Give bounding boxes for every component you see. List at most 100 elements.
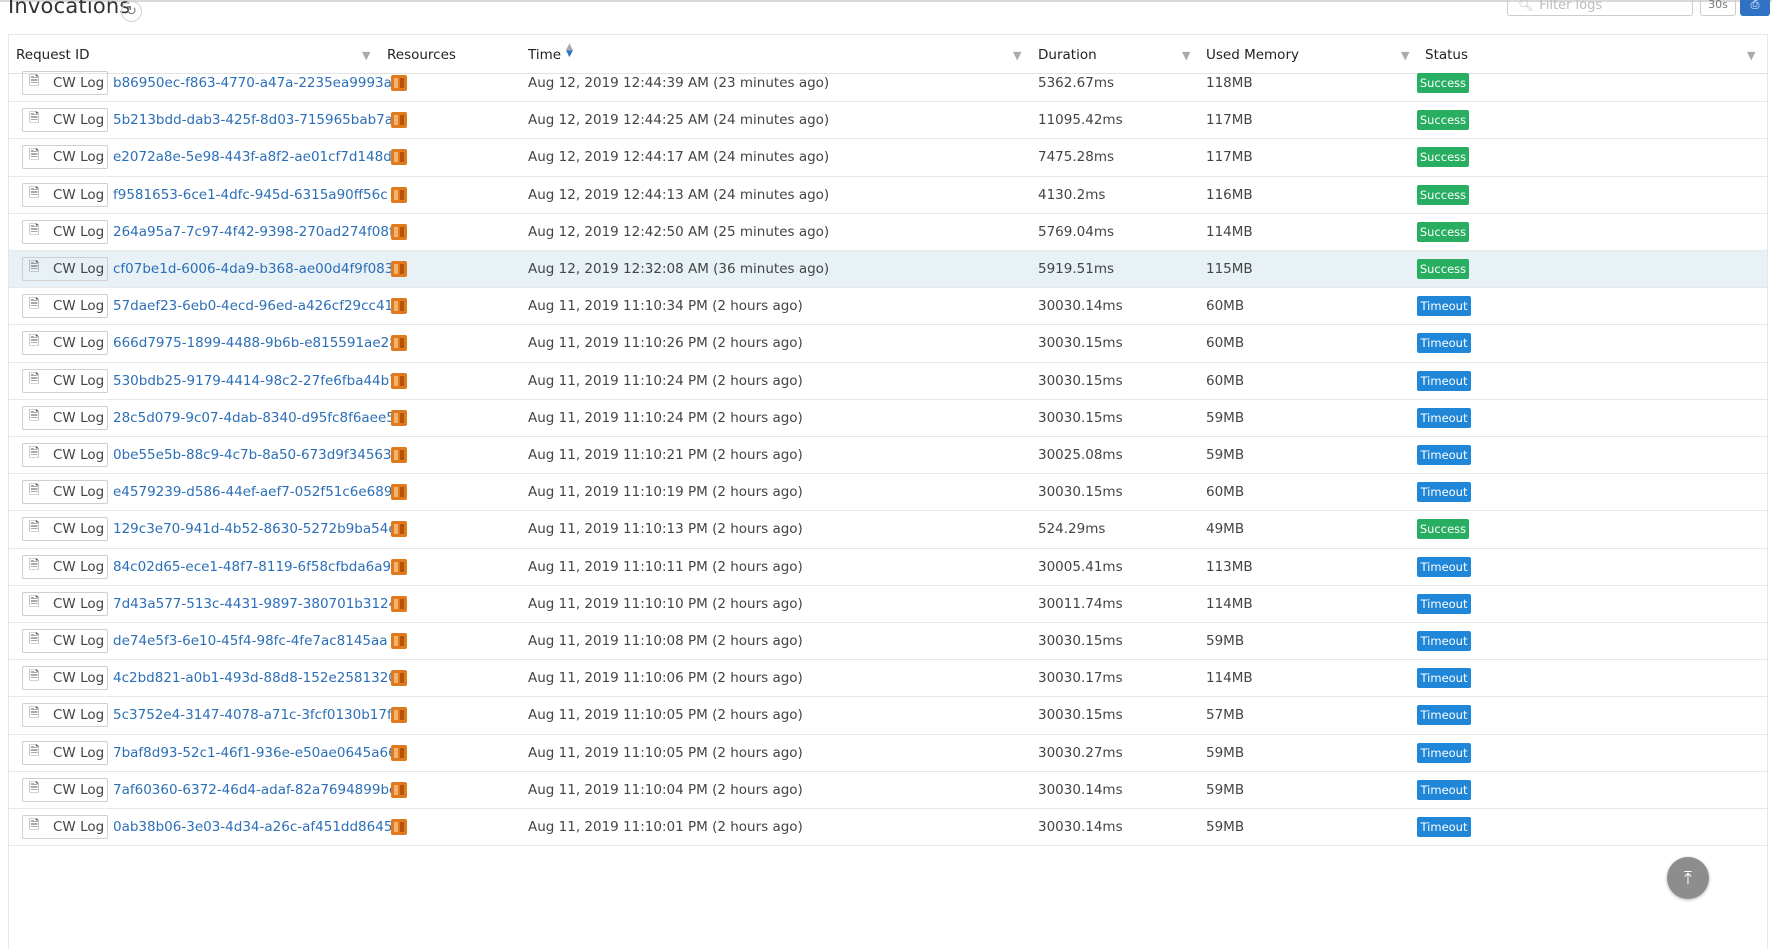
lambda-resource-icon[interactable] <box>390 780 408 800</box>
request-id-link[interactable]: 129c3e70-941d-4b52-8630-5272b9ba54e3 <box>113 521 405 537</box>
interval-select[interactable]: 30s <box>1700 0 1736 16</box>
table-row[interactable]: 🗎︎ CW Log 4c2bd821-a0b1-493d-88d8-152e2581… <box>9 660 1767 698</box>
lambda-resource-icon[interactable] <box>390 445 408 465</box>
sort-icon[interactable]: ▲ ▼ <box>566 43 573 59</box>
lambda-resource-icon[interactable] <box>390 147 408 167</box>
request-id-link[interactable]: 57daef23-6eb0-4ecd-96ed-a426cf29cc41 <box>113 298 393 314</box>
lambda-resource-icon[interactable] <box>390 705 408 725</box>
table-row[interactable]: 🗎︎ CW Log 264a95a7-7c97-4f42-9398-270ad274… <box>9 214 1767 251</box>
request-id-link[interactable]: 264a95a7-7c97-4f42-9398-270ad274f08f <box>113 224 394 240</box>
table-row[interactable]: 🗎︎ CW Log 7baf8d93-52c1-46f1-936e-e50ae064… <box>9 735 1767 772</box>
col-status[interactable]: Status <box>1425 47 1468 63</box>
request-id-link[interactable]: 0ab38b06-3e03-4d34-a26c-af451dd8645b <box>113 819 401 835</box>
lambda-resource-icon[interactable] <box>390 222 408 242</box>
table-row[interactable]: 🗎︎ CW Log 84c02d65-ece1-48f7-8119-6f58cfbd… <box>9 549 1767 586</box>
cw-log-button[interactable]: 🗎︎ CW Log <box>22 629 108 653</box>
request-id-link[interactable]: 7d43a577-513c-4431-9897-380701b3124c <box>113 596 405 612</box>
table-row[interactable]: 🗎︎ CW Log 28c5d079-9c07-4dab-8340-d95fc8f6… <box>9 400 1767 437</box>
cw-log-button[interactable]: 🗎︎ CW Log <box>22 666 108 691</box>
table-row[interactable]: 🗎︎ CW Log b86950ec-f863-4770-a47a-2235ea99… <box>9 65 1767 103</box>
cw-log-button[interactable]: 🗎︎ CW Log <box>22 219 108 244</box>
table-row[interactable]: 🗎︎ CW Log 666d7975-1899-4488-9b6b-e815591a… <box>9 325 1767 363</box>
lambda-resource-icon[interactable] <box>390 73 408 93</box>
cw-log-button[interactable]: 🗎︎ CW Log <box>22 257 108 281</box>
table-row[interactable]: 🗎︎ CW Log e4579239-d586-44ef-aef7-052f51c6… <box>9 474 1767 512</box>
lambda-resource-icon[interactable] <box>390 259 408 279</box>
table-row[interactable]: 🗎︎ CW Log 7d43a577-513c-4431-9897-380701b3… <box>9 586 1767 623</box>
request-id-link[interactable]: cf07be1d-6006-4da9-b368-ae00d4f9f083 <box>113 261 393 277</box>
cw-log-button[interactable]: 🗎︎ CW Log <box>22 703 108 728</box>
cw-log-button[interactable]: 🗎︎ CW Log <box>22 294 108 319</box>
cw-log-button[interactable]: 🗎︎ CW Log <box>22 815 108 839</box>
cw-log-button[interactable]: 🗎︎ CW Log <box>22 182 108 207</box>
table-row[interactable]: 🗎︎ CW Log 57daef23-6eb0-4ecd-96ed-a426cf29… <box>9 288 1767 326</box>
request-id-link[interactable]: 7af60360-6372-46d4-adaf-82a7694899bd <box>113 782 398 798</box>
table-row[interactable]: 🗎︎ CW Log 5b213bdd-dab3-425f-8d03-715965ba… <box>9 102 1767 140</box>
lambda-resource-icon[interactable] <box>390 631 408 651</box>
filter-icon[interactable]: ▼ <box>1182 49 1190 62</box>
table-row[interactable]: 🗎︎ CW Log 7af60360-6372-46d4-adaf-82a76948… <box>9 772 1767 809</box>
cw-log-button[interactable]: 🗎︎ CW Log <box>22 777 108 802</box>
lambda-resource-icon[interactable] <box>390 557 408 577</box>
cw-log-button[interactable]: 🗎︎ CW Log <box>22 368 108 393</box>
table-row[interactable]: 🗎︎ CW Log de74e5f3-6e10-45f4-98fc-4fe7ac81… <box>9 623 1767 661</box>
filter-icon[interactable]: ▼ <box>1013 49 1021 62</box>
logs-view-button[interactable]: ⎙ <box>1740 0 1770 16</box>
col-time[interactable]: Time <box>528 47 561 63</box>
scroll-to-top-button[interactable]: ⤒ <box>1667 857 1709 899</box>
request-id-link[interactable]: 530bdb25-9179-4414-98c2-27fe6fba44b7 <box>113 373 398 389</box>
cw-log-button[interactable]: 🗎︎ CW Log <box>22 443 108 467</box>
table-row[interactable]: 🗎︎ CW Log 0ab38b06-3e03-4d34-a26c-af451dd8… <box>9 809 1767 847</box>
cw-log-button[interactable]: 🗎︎ CW Log <box>22 108 108 133</box>
cw-log-button[interactable]: 🗎︎ CW Log <box>22 71 108 95</box>
col-used-memory[interactable]: Used Memory <box>1206 47 1299 63</box>
request-id-link[interactable]: 4c2bd821-a0b1-493d-88d8-152e2581320a <box>113 670 405 686</box>
request-id-link[interactable]: 666d7975-1899-4488-9b6b-e815591ae281 <box>113 335 406 351</box>
cw-log-button[interactable]: 🗎︎ CW Log <box>22 480 108 505</box>
filter-logs-input[interactable]: 🔍︎ Filter logs <box>1507 0 1693 16</box>
lambda-resource-icon[interactable] <box>390 482 408 502</box>
request-id-link[interactable]: 84c02d65-ece1-48f7-8119-6f58cfbda6a9 <box>113 559 391 575</box>
request-id-link[interactable]: e2072a8e-5e98-443f-a8f2-ae01cf7d148d <box>113 149 392 165</box>
cw-log-button[interactable]: 🗎︎ CW Log <box>22 331 108 356</box>
lambda-resource-icon[interactable] <box>390 594 408 614</box>
lambda-resource-icon[interactable] <box>390 408 408 428</box>
table-row[interactable]: 🗎︎ CW Log 0be55e5b-88c9-4c7b-8a50-673d9f34… <box>9 437 1767 475</box>
cw-log-button[interactable]: 🗎︎ CW Log <box>22 145 108 170</box>
request-id-link[interactable]: 7baf8d93-52c1-46f1-936e-e50ae0645a66 <box>113 745 397 761</box>
request-id-link[interactable]: e4579239-d586-44ef-aef7-052f51c6e689 <box>113 484 392 500</box>
lambda-resource-icon[interactable] <box>390 110 408 130</box>
request-id-link[interactable]: 5c3752e4-3147-4078-a71c-3fcf0130b17f <box>113 707 392 723</box>
lambda-resource-icon[interactable] <box>390 743 408 763</box>
cw-log-button[interactable]: 🗎︎ CW Log <box>22 740 108 765</box>
request-id-link[interactable]: 5b213bdd-dab3-425f-8d03-715965bab7a8 <box>113 112 402 128</box>
cw-log-button[interactable]: 🗎︎ CW Log <box>22 591 108 616</box>
cw-log-button[interactable]: 🗎︎ CW Log <box>22 405 108 430</box>
refresh-icon[interactable]: ↻ <box>121 1 142 22</box>
table-row[interactable]: 🗎︎ CW Log e2072a8e-5e98-443f-a8f2-ae01cf7d… <box>9 139 1767 177</box>
cw-log-button[interactable]: 🗎︎ CW Log <box>22 517 108 542</box>
lambda-resource-icon[interactable] <box>390 817 408 837</box>
table-row[interactable]: 🗎︎ CW Log cf07be1d-6006-4da9-b368-ae00d4f9… <box>9 251 1767 289</box>
request-id-link[interactable]: 0be55e5b-88c9-4c7b-8a50-673d9f345638 <box>113 447 400 463</box>
request-id-link[interactable]: f9581653-6ce1-4dfc-945d-6315a90ff56c <box>113 187 388 203</box>
lambda-resource-icon[interactable] <box>390 371 408 391</box>
request-id-link[interactable]: 28c5d079-9c07-4dab-8340-d95fc8f6aee5 <box>113 410 395 426</box>
filter-icon[interactable]: ▼ <box>1747 49 1755 62</box>
request-id-link[interactable]: de74e5f3-6e10-45f4-98fc-4fe7ac8145aa <box>113 633 388 649</box>
table-row[interactable]: 🗎︎ CW Log 129c3e70-941d-4b52-8630-5272b9ba… <box>9 511 1767 549</box>
lambda-resource-icon[interactable] <box>390 296 408 316</box>
request-id-link[interactable]: b86950ec-f863-4770-a47a-2235ea9993a4 <box>113 75 400 91</box>
filter-icon[interactable]: ▼ <box>1401 49 1409 62</box>
lambda-resource-icon[interactable] <box>390 519 408 539</box>
filter-icon[interactable]: ▼ <box>362 49 370 62</box>
table-row[interactable]: 🗎︎ CW Log 5c3752e4-3147-4078-a71c-3fcf0130… <box>9 697 1767 735</box>
lambda-resource-icon[interactable] <box>390 185 408 205</box>
table-row[interactable]: 🗎︎ CW Log 530bdb25-9179-4414-98c2-27fe6fba… <box>9 363 1767 400</box>
col-request-id[interactable]: Request ID <box>16 47 90 63</box>
cw-log-button[interactable]: 🗎︎ CW Log <box>22 554 108 579</box>
table-row[interactable]: 🗎︎ CW Log f9581653-6ce1-4dfc-945d-6315a90f… <box>9 177 1767 214</box>
col-duration[interactable]: Duration <box>1038 47 1097 63</box>
lambda-resource-icon[interactable] <box>390 668 408 688</box>
lambda-resource-icon[interactable] <box>390 333 408 353</box>
